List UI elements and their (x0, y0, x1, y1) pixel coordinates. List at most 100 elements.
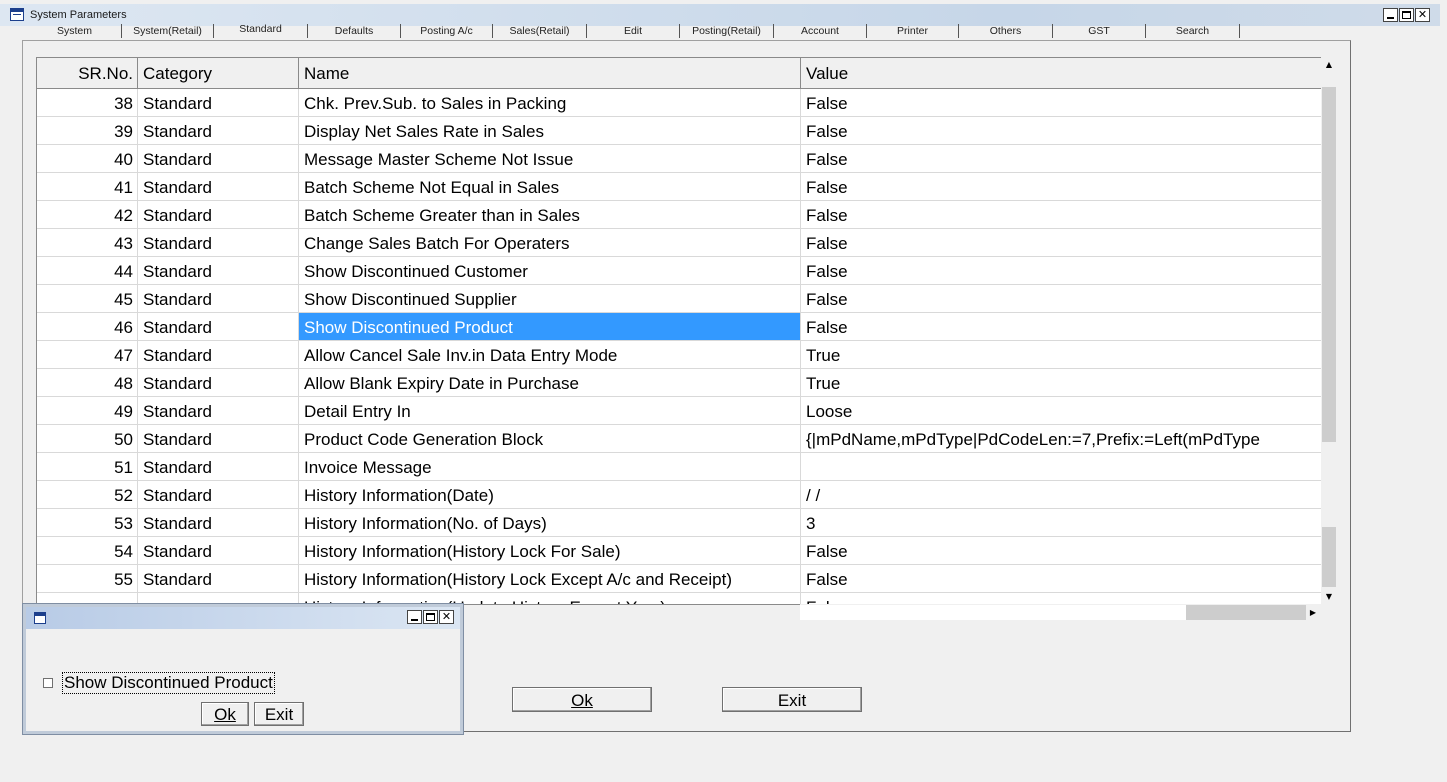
table-row[interactable]: 43 Standard Change Sales Batch For Operate… (37, 229, 1321, 257)
cell-name[interactable]: Detail Entry In (299, 397, 801, 424)
tab-search[interactable]: Search (1146, 24, 1240, 38)
cell-category[interactable]: Standard (138, 509, 299, 536)
cell-name[interactable]: Product Code Generation Block (299, 425, 801, 452)
cell-value[interactable]: True (801, 341, 1321, 368)
column-header-srno[interactable]: SR.No. (37, 58, 138, 88)
cell-value[interactable]: False (801, 117, 1321, 144)
table-row[interactable]: 46 Standard Show Discontinued Product False (37, 313, 1321, 341)
maximize-icon[interactable] (1399, 8, 1414, 22)
cell-value[interactable]: True (801, 369, 1321, 396)
cell-srno[interactable]: 50 (37, 425, 138, 452)
cell-value[interactable]: False (801, 89, 1321, 116)
cell-category[interactable]: Standard (138, 257, 299, 284)
cell-value[interactable]: False (801, 537, 1321, 564)
tab-standard[interactable]: Standard (214, 24, 308, 38)
column-header-name[interactable]: Name (299, 58, 801, 88)
tab-gst[interactable]: GST (1053, 24, 1146, 38)
table-row[interactable]: 41 Standard Batch Scheme Not Equal in Sale… (37, 173, 1321, 201)
cell-srno[interactable]: 49 (37, 397, 138, 424)
cell-srno[interactable]: 53 (37, 509, 138, 536)
cell-name[interactable]: Invoice Message (299, 453, 801, 480)
table-row[interactable]: 47 Standard Allow Cancel Sale Inv.in Data … (37, 341, 1321, 369)
cell-category[interactable]: Standard (138, 425, 299, 452)
table-row[interactable]: 48 Standard Allow Blank Expiry Date in Pur… (37, 369, 1321, 397)
scroll-thumb[interactable] (1322, 87, 1336, 442)
table-row[interactable]: 38 Standard Chk. Prev.Sub. to Sales in Pac… (37, 89, 1321, 117)
cell-value[interactable] (801, 453, 1321, 480)
dialog-close-icon[interactable] (439, 610, 454, 624)
cell-srno[interactable]: 42 (37, 201, 138, 228)
cell-category[interactable]: Standard (138, 397, 299, 424)
tab-printer[interactable]: Printer (867, 24, 959, 38)
table-row[interactable]: 55 Standard History Information(History Lo… (37, 565, 1321, 593)
cell-name[interactable]: Chk. Prev.Sub. to Sales in Packing (299, 89, 801, 116)
vertical-scrollbar[interactable]: ▲ ▼ (1321, 57, 1337, 605)
tab-account[interactable]: Account (774, 24, 867, 38)
cell-category[interactable]: Standard (138, 481, 299, 508)
cell-value[interactable]: / / (801, 481, 1321, 508)
column-header-value[interactable]: Value (801, 58, 1321, 88)
cell-category[interactable]: Standard (138, 145, 299, 172)
cell-value[interactable]: False (801, 229, 1321, 256)
cell-srno[interactable]: 47 (37, 341, 138, 368)
cell-value[interactable]: 3 (801, 509, 1321, 536)
cell-category[interactable]: Standard (138, 285, 299, 312)
cell-srno[interactable]: 40 (37, 145, 138, 172)
checkbox-square[interactable] (43, 678, 53, 688)
cell-category[interactable]: Standard (138, 565, 299, 592)
cell-name[interactable]: Message Master Scheme Not Issue (299, 145, 801, 172)
cell-category[interactable]: Standard (138, 229, 299, 256)
cell-category[interactable]: Standard (138, 369, 299, 396)
cell-srno[interactable]: 44 (37, 257, 138, 284)
cell-value[interactable]: False (801, 313, 1321, 340)
cell-category[interactable]: Standard (138, 173, 299, 200)
cell-category[interactable]: Standard (138, 537, 299, 564)
table-row[interactable]: 51 Standard Invoice Message (37, 453, 1321, 481)
tab-posting-retail[interactable]: Posting(Retail) (680, 24, 774, 38)
cell-category[interactable]: Standard (138, 201, 299, 228)
minimize-icon[interactable] (1383, 8, 1398, 22)
table-row[interactable]: 52 Standard History Information(Date) / / (37, 481, 1321, 509)
table-row[interactable]: 40 Standard Message Master Scheme Not Issu… (37, 145, 1321, 173)
cell-value[interactable]: False (801, 285, 1321, 312)
dialog-exit-button[interactable]: Exit (254, 702, 304, 726)
table-row[interactable]: 45 Standard Show Discontinued Supplier Fals… (37, 285, 1321, 313)
cell-name[interactable]: Batch Scheme Greater than in Sales (299, 201, 801, 228)
cell-srno[interactable]: 38 (37, 89, 138, 116)
horizontal-scrollbar[interactable]: ▶ (800, 604, 1321, 621)
cell-value[interactable]: False (801, 257, 1321, 284)
cell-category[interactable]: Standard (138, 453, 299, 480)
cell-name[interactable]: History Information(History Lock Except … (299, 565, 801, 592)
tab-others[interactable]: Others (959, 24, 1053, 38)
horizontal-scroll-thumb[interactable] (1186, 605, 1306, 620)
cell-name[interactable]: Allow Blank Expiry Date in Purchase (299, 369, 801, 396)
dialog-minimize-icon[interactable] (407, 610, 422, 624)
table-row[interactable]: 39 Standard Display Net Sales Rate in Sale… (37, 117, 1321, 145)
cell-value[interactable]: False (801, 565, 1321, 592)
cell-value[interactable]: False (801, 145, 1321, 172)
cell-name[interactable]: Display Net Sales Rate in Sales (299, 117, 801, 144)
tab-system-retail[interactable]: System(Retail) (122, 24, 214, 38)
cell-category[interactable]: Standard (138, 89, 299, 116)
cell-name[interactable]: Change Sales Batch For Operaters (299, 229, 801, 256)
cell-srno[interactable]: 52 (37, 481, 138, 508)
cell-name[interactable]: Allow Cancel Sale Inv.in Data Entry Mode (299, 341, 801, 368)
cell-value[interactable]: False (801, 173, 1321, 200)
ok-button[interactable]: Ok (512, 687, 652, 712)
cell-srno[interactable]: 41 (37, 173, 138, 200)
column-header-category[interactable]: Category (138, 58, 299, 88)
cell-name[interactable]: Show Discontinued Customer (299, 257, 801, 284)
cell-name[interactable]: Show Discontinued Supplier (299, 285, 801, 312)
cell-srno[interactable]: 45 (37, 285, 138, 312)
table-row[interactable]: 53 Standard History Information(No. of Day… (37, 509, 1321, 537)
cell-category[interactable]: Standard (138, 341, 299, 368)
cell-name[interactable]: History Information(Date) (299, 481, 801, 508)
table-row[interactable]: 54 Standard History Information(History Lo… (37, 537, 1321, 565)
scroll-down-icon[interactable]: ▼ (1321, 589, 1337, 605)
cell-name[interactable]: History Information(No. of Days) (299, 509, 801, 536)
cell-name[interactable]: Show Discontinued Product (299, 313, 801, 340)
exit-button[interactable]: Exit (722, 687, 862, 712)
cell-value[interactable]: Loose (801, 397, 1321, 424)
parameters-grid[interactable]: SR.No. Category Name Value 38 Standard Chk… (36, 57, 1322, 605)
cell-name[interactable]: History Information(History Lock For Sal… (299, 537, 801, 564)
